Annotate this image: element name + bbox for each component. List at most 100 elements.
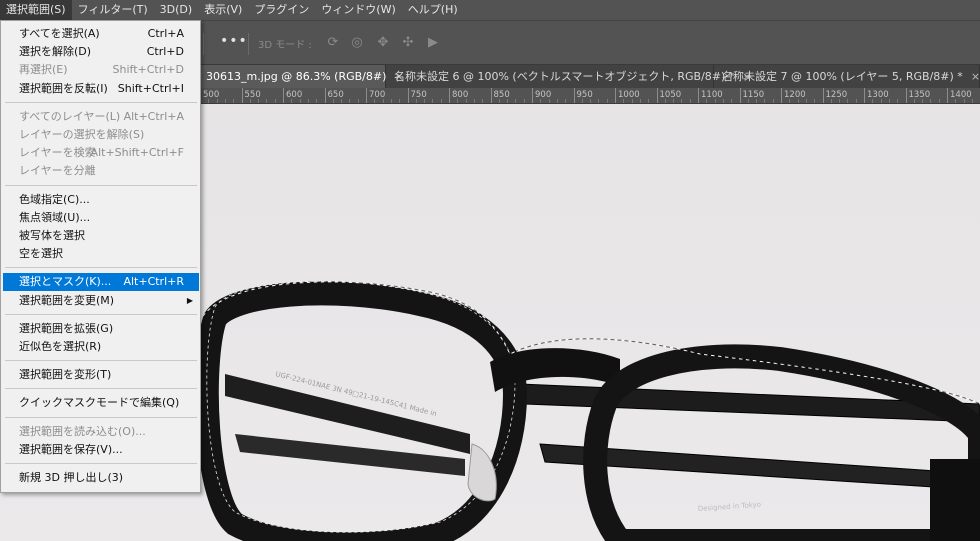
menu-option[interactable]: 焦点領域(U)... (3, 209, 199, 227)
ruler-tick: 600 (283, 88, 302, 103)
menu-separator (5, 313, 197, 315)
ruler-minor-tick (963, 99, 965, 103)
menu-option[interactable]: 選択範囲を変更(M) ▶ (3, 292, 199, 310)
menu-option[interactable]: 新規 3D 押し出し(3) (3, 469, 199, 487)
ruler-tick: 650 (324, 88, 344, 103)
menu-item-6[interactable]: ヘルプ(H) (402, 0, 464, 20)
ruler-minor-tick (938, 99, 940, 103)
ruler-minor-tick (888, 99, 890, 103)
menu-option-label: 選択範囲を反転(I) (19, 81, 108, 95)
menu-option[interactable]: 空を選択 (3, 245, 199, 263)
ruler-minor-tick (764, 99, 766, 103)
document-tab-label: 名称未設定 7 @ 100% (レイヤー 5, RGB/8#) * (722, 70, 963, 83)
ruler-tick: 1200 (781, 88, 806, 103)
menu-option-label: 選択範囲を変形(T) (19, 368, 112, 382)
ruler-minor-tick (390, 99, 392, 103)
ruler-minor-tick (473, 99, 475, 103)
menu-option[interactable]: 選択範囲を変形(T) (3, 366, 199, 384)
ruler-minor-tick (507, 99, 509, 103)
ruler-minor-tick (689, 99, 691, 103)
menu-option-label: 再選択(E) (19, 63, 68, 77)
menu-option-label: レイヤーを分離 (19, 164, 96, 178)
ruler-minor-tick (216, 99, 218, 103)
menu-item-2[interactable]: 3D(D) (154, 0, 199, 20)
ruler-minor-tick (830, 99, 832, 103)
menu-option-label: 選択を解除(D) (19, 45, 92, 59)
ruler-minor-tick (631, 99, 633, 103)
menu-option-shortcut: Ctrl+D (146, 45, 184, 59)
ruler-minor-tick (714, 99, 716, 103)
roll-3d-icon[interactable]: ◎ (348, 34, 366, 52)
menu-option[interactable]: クイックマスクモードで編集(Q) (3, 394, 199, 412)
menu-option[interactable]: 選択を解除(D) Ctrl+D (3, 43, 199, 61)
menu-option[interactable]: 色域指定(C)... (3, 191, 199, 209)
ruler-tick: 1000 (615, 88, 640, 103)
ruler-tick: 1300 (864, 88, 889, 103)
document-tab[interactable]: 名称未設定 6 @ 100% (ベクトルスマートオブジェクト, RGB/8#) … (388, 65, 752, 88)
ruler-minor-tick (357, 99, 359, 103)
menu-option: レイヤーを分離 (3, 162, 199, 180)
more-options-button[interactable]: ••• (220, 33, 248, 49)
ruler-minor-tick (913, 99, 915, 103)
document-tab-label: 30613_m.jpg @ 86.3% (RGB/8#) (206, 70, 387, 83)
ruler-label: 1250 (825, 90, 848, 100)
ruler-minor-tick (291, 99, 293, 103)
menu-option[interactable]: 選択範囲を反転(I) Shift+Ctrl+I (3, 80, 199, 98)
ruler-minor-tick (847, 99, 849, 103)
menu-item-0[interactable]: 選択範囲(S) (0, 0, 72, 20)
document-tab[interactable]: 30613_m.jpg @ 86.3% (RGB/8#) × (200, 65, 404, 88)
ruler-minor-tick (880, 99, 882, 103)
menu-option-label: 近似色を選択(R) (19, 340, 102, 353)
ruler-minor-tick (805, 99, 807, 103)
ruler-minor-tick (498, 99, 500, 103)
menu-option-label: 選択範囲を拡張(G) (19, 321, 114, 335)
menu-item-3[interactable]: 表示(V) (198, 0, 248, 20)
ruler-minor-tick (722, 99, 724, 103)
menu-option[interactable]: 選択範囲を保存(V)... (3, 441, 199, 459)
ruler-minor-tick (465, 99, 467, 103)
menu-separator (5, 416, 197, 418)
menu-option: 再選択(E) Shift+Ctrl+D (3, 61, 199, 79)
orbit-3d-icon[interactable]: ⟳ (324, 34, 342, 52)
menu-option-label: クイックマスクモードで編集(Q) (19, 396, 180, 410)
menu-option[interactable]: 選択範囲を拡張(G) (3, 320, 199, 338)
menu-option-shortcut: Shift+Ctrl+D (112, 63, 184, 77)
ruler-minor-tick (789, 99, 791, 103)
menu-item-1[interactable]: フィルター(T) (72, 0, 154, 20)
camera-3d-icon[interactable]: ▶ (424, 34, 442, 52)
drag-3d-icon[interactable]: ✥ (374, 34, 392, 52)
slide-3d-icon[interactable]: ✣ (399, 34, 417, 52)
menu-option-label: 被写体を選択 (19, 229, 85, 242)
ruler-minor-tick (747, 99, 749, 103)
ruler-minor-tick (872, 99, 874, 103)
menu-option-label: 選択範囲を保存(V)... (19, 442, 123, 456)
ruler-tick: 850 (490, 88, 510, 103)
menu-option[interactable]: 被写体を選択 (3, 227, 199, 245)
menu-item-5[interactable]: ウィンドウ(W) (315, 0, 401, 20)
ruler-minor-tick (374, 99, 376, 103)
menu-option[interactable]: 選択とマスク(K)... Alt+Ctrl+R (3, 273, 199, 292)
menu-option-shortcut: Alt+Ctrl+R (123, 275, 184, 289)
menu-separator (5, 463, 197, 464)
menu-item-4[interactable]: プラグイン (248, 0, 315, 20)
ruler-minor-tick (797, 99, 799, 103)
menu-separator (5, 267, 197, 269)
ruler-minor-tick (664, 99, 666, 103)
ruler-minor-tick (266, 99, 268, 103)
ruler-tick: 1250 (822, 88, 847, 103)
ruler-minor-tick (756, 99, 758, 103)
menu-option-shortcut: Alt+Ctrl+A (123, 109, 184, 123)
ruler-minor-tick (681, 99, 683, 103)
ruler-minor-tick (424, 99, 426, 103)
menu-option-shortcut: Shift+Ctrl+I (117, 81, 184, 95)
close-tab-icon[interactable]: × (971, 65, 980, 88)
select-menu-dropdown: すべてを選択(A) Ctrl+A 選択を解除(D) Ctrl+D 再選択(E) Shift… (0, 20, 201, 493)
ruler-minor-tick (839, 99, 841, 103)
menu-option[interactable]: すべてを選択(A) Ctrl+A (3, 25, 199, 43)
ruler-minor-tick (772, 99, 774, 103)
ruler-tick: 950 (573, 88, 593, 103)
ruler-tick: 1150 (739, 88, 764, 103)
document-tab[interactable]: 名称未設定 7 @ 100% (レイヤー 5, RGB/8#) * × (716, 65, 980, 88)
menu-option[interactable]: 近似色を選択(R) (3, 338, 199, 356)
menu-option-label: 色域指定(C)... (19, 192, 90, 206)
